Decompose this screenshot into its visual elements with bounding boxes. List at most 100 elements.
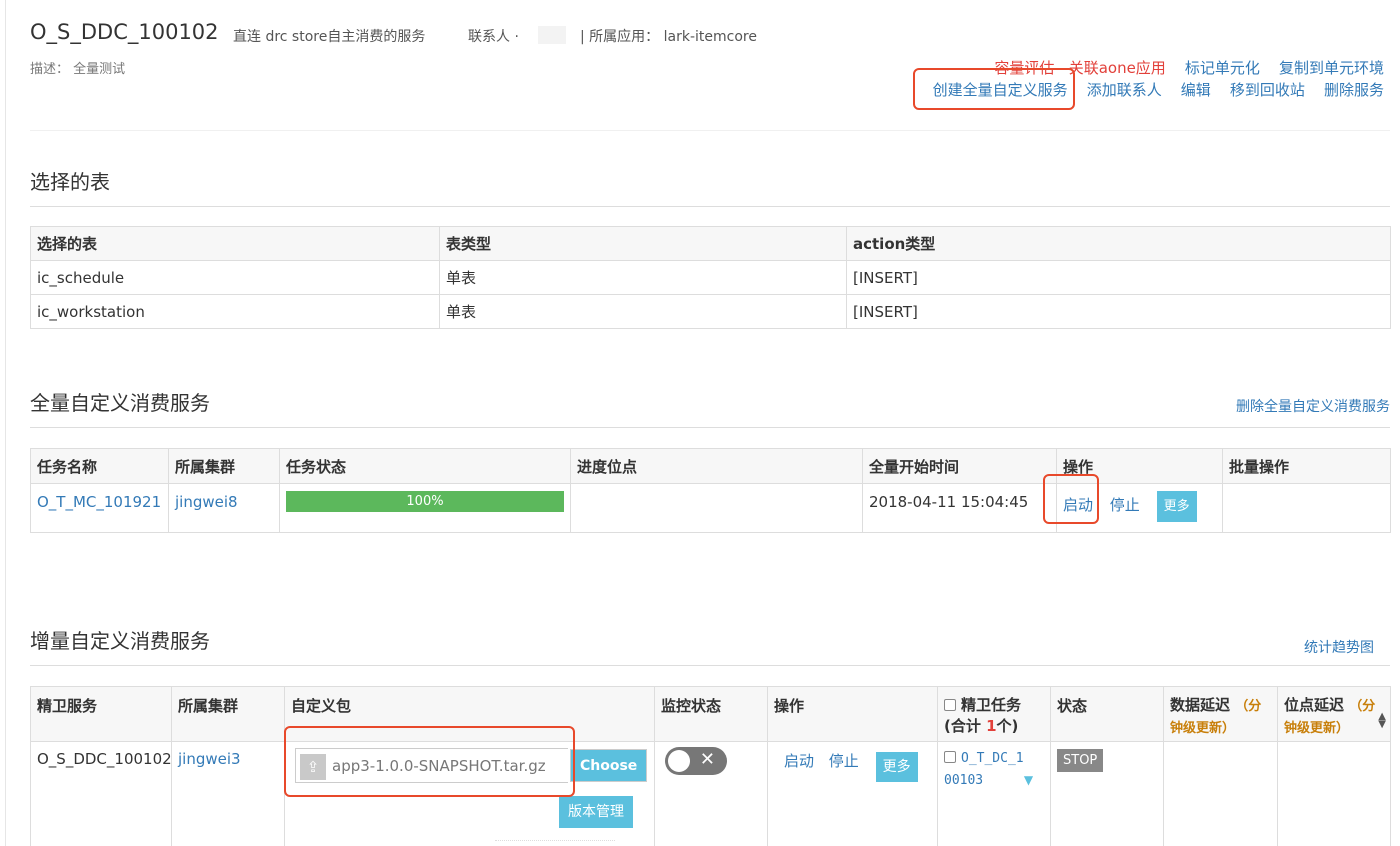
service-title: O_S_DDC_100102 bbox=[30, 20, 219, 44]
select-all-checkbox[interactable] bbox=[944, 699, 956, 711]
data-delay-label: 数据延迟 bbox=[1170, 696, 1231, 714]
task-status-cell: 100% bbox=[279, 483, 571, 533]
edit-link[interactable]: 编辑 bbox=[1181, 81, 1211, 99]
operation-cell: 启动 停止 更多 bbox=[767, 741, 938, 846]
app-label: | 所属应用： bbox=[580, 29, 660, 45]
task-header-label: 精卫任务 bbox=[961, 696, 1022, 714]
delete-full-service-link[interactable]: 删除全量自定义消费服务 bbox=[1236, 396, 1390, 416]
sort-icon[interactable]: ▲ ▼ bbox=[1378, 712, 1386, 730]
action-type-cell: [INSERT] bbox=[846, 260, 1391, 295]
table-row: O_T_MC_101921 jingwei8 100% 2018-04-11 1… bbox=[30, 483, 1391, 533]
col-header-task: 精卫任务 (合计 1个) bbox=[937, 686, 1051, 742]
pos-delay-label: 位点延迟 bbox=[1284, 696, 1345, 714]
cluster-cell: jingwei8 bbox=[168, 483, 280, 533]
copy-unit-env-link[interactable]: 复制到单元环境 bbox=[1279, 59, 1384, 77]
more-button[interactable]: 更多 bbox=[875, 752, 918, 782]
table-type-cell: 单表 bbox=[439, 294, 847, 329]
col-header: 精卫服务 bbox=[30, 686, 172, 742]
col-header: 任务状态 bbox=[279, 448, 571, 484]
more-button[interactable]: 更多 bbox=[1156, 491, 1197, 522]
table-row: ic_schedule 单表 [INSERT] bbox=[30, 260, 1391, 295]
col-header-data-delay: 数据延迟 （分钟级更新） bbox=[1163, 686, 1278, 742]
divider bbox=[30, 427, 1390, 428]
selected-tables-table: 选择的表 表类型 action类型 ic_schedule 单表 [INSERT… bbox=[30, 226, 1391, 329]
col-header: 状态 bbox=[1050, 686, 1164, 742]
task-link-line2[interactable]: 00103 bbox=[944, 773, 983, 788]
selected-tables-heading: 选择的表 bbox=[30, 170, 110, 194]
service-subtitle: 直连 drc store自主消费的服务 bbox=[233, 29, 426, 45]
col-header: 任务名称 bbox=[30, 448, 169, 484]
app-info: | 所属应用： lark-itemcore bbox=[580, 26, 757, 46]
table-name-cell: ic_workstation bbox=[30, 294, 440, 329]
progress-bar: 100% bbox=[286, 491, 564, 512]
move-to-recycle-link[interactable]: 移到回收站 bbox=[1230, 81, 1305, 99]
col-header: 全量开始时间 bbox=[862, 448, 1057, 484]
close-icon: ✕ bbox=[699, 749, 715, 770]
choose-button[interactable]: Choose bbox=[567, 747, 650, 784]
data-delay-cell bbox=[1163, 741, 1278, 846]
col-header: 选择的表 bbox=[30, 226, 440, 261]
app-name: lark-itemcore bbox=[663, 29, 757, 45]
cluster-link[interactable]: jingwei8 bbox=[175, 493, 238, 511]
pos-delay-cell bbox=[1277, 741, 1391, 846]
action-type-cell: [INSERT] bbox=[846, 294, 1391, 329]
table-header-row: 选择的表 表类型 action类型 bbox=[30, 226, 1391, 261]
highlight-package-input bbox=[284, 726, 575, 797]
task-cell: O_T_DC_1 00103 ▼ bbox=[937, 741, 1051, 846]
trend-chart-link[interactable]: 统计趋势图 bbox=[1304, 637, 1374, 657]
add-contact-link[interactable]: 添加联系人 bbox=[1087, 81, 1162, 99]
cluster-link[interactable]: jingwei3 bbox=[178, 750, 241, 768]
start-time-cell: 2018-04-11 15:04:45 bbox=[862, 483, 1057, 533]
task-link-line1[interactable]: O_T_DC_1 bbox=[961, 751, 1024, 766]
divider bbox=[30, 130, 1390, 131]
table-header-row: 任务名称 所属集群 任务状态 进度位点 全量开始时间 操作 批量操作 bbox=[30, 448, 1391, 484]
service-description: 描述： 全量测试 bbox=[30, 62, 126, 77]
service-cell: O_S_DDC_100102 bbox=[30, 741, 172, 846]
table-header-row: 精卫服务 所属集群 自定义包 监控状态 操作 精卫任务 (合计 1个) 状态 数… bbox=[30, 686, 1391, 742]
start-link[interactable]: 启动 bbox=[784, 752, 814, 770]
toggle-knob bbox=[668, 750, 690, 772]
task-checkbox[interactable] bbox=[944, 751, 956, 763]
incr-service-heading: 增量自定义消费服务 bbox=[30, 629, 210, 653]
mark-unit-link[interactable]: 标记单元化 bbox=[1185, 59, 1260, 77]
task-name-link[interactable]: O_T_MC_101921 bbox=[37, 493, 161, 511]
status-cell: STOP bbox=[1050, 741, 1164, 846]
table-row: ic_workstation 单表 [INSERT] bbox=[30, 294, 1391, 329]
left-sidebar-edge bbox=[0, 0, 6, 846]
col-header: 表类型 bbox=[439, 226, 847, 261]
col-header: action类型 bbox=[846, 226, 1391, 261]
monitor-toggle[interactable]: ✕ bbox=[665, 747, 727, 775]
col-header: 进度位点 bbox=[570, 448, 863, 484]
table-type-cell: 单表 bbox=[439, 260, 847, 295]
truncated-text bbox=[495, 840, 615, 846]
link-aone-link[interactable]: 关联aone应用 bbox=[1069, 59, 1166, 77]
col-header: 操作 bbox=[767, 686, 938, 742]
full-service-table: 任务名称 所属集群 任务状态 进度位点 全量开始时间 操作 批量操作 O_T_M… bbox=[30, 448, 1391, 533]
col-header: 所属集群 bbox=[171, 686, 285, 742]
full-service-heading: 全量自定义消费服务 bbox=[30, 391, 210, 415]
stop-link[interactable]: 停止 bbox=[829, 752, 859, 770]
position-cell bbox=[570, 483, 863, 533]
divider bbox=[30, 665, 1390, 666]
col-header: 批量操作 bbox=[1222, 448, 1391, 484]
task-total-prefix: (合计 bbox=[944, 717, 987, 735]
status-badge: STOP bbox=[1057, 749, 1104, 772]
task-total-count: 1 bbox=[986, 717, 997, 735]
filter-icon[interactable]: ▼ bbox=[1024, 773, 1033, 787]
task-name-cell: O_T_MC_101921 bbox=[30, 483, 169, 533]
version-management-button[interactable]: 版本管理 bbox=[559, 796, 633, 828]
divider bbox=[30, 206, 1390, 207]
stop-link[interactable]: 停止 bbox=[1110, 496, 1140, 514]
col-header: 所属集群 bbox=[168, 448, 280, 484]
contact-redacted bbox=[538, 26, 566, 44]
highlight-start-link bbox=[1043, 474, 1099, 524]
col-header: 监控状态 bbox=[654, 686, 768, 742]
task-total-suffix: 个) bbox=[996, 717, 1019, 735]
table-name-cell: ic_schedule bbox=[30, 260, 440, 295]
col-header-pos-delay[interactable]: 位点延迟 （分钟级更新） ▲ ▼ bbox=[1277, 686, 1391, 742]
contact-label: 联系人 · bbox=[468, 29, 519, 45]
highlight-create-full-service bbox=[913, 68, 1075, 110]
delete-service-link[interactable]: 删除服务 bbox=[1324, 81, 1384, 99]
batch-operation-cell bbox=[1222, 483, 1391, 533]
cluster-cell: jingwei3 bbox=[171, 741, 285, 846]
